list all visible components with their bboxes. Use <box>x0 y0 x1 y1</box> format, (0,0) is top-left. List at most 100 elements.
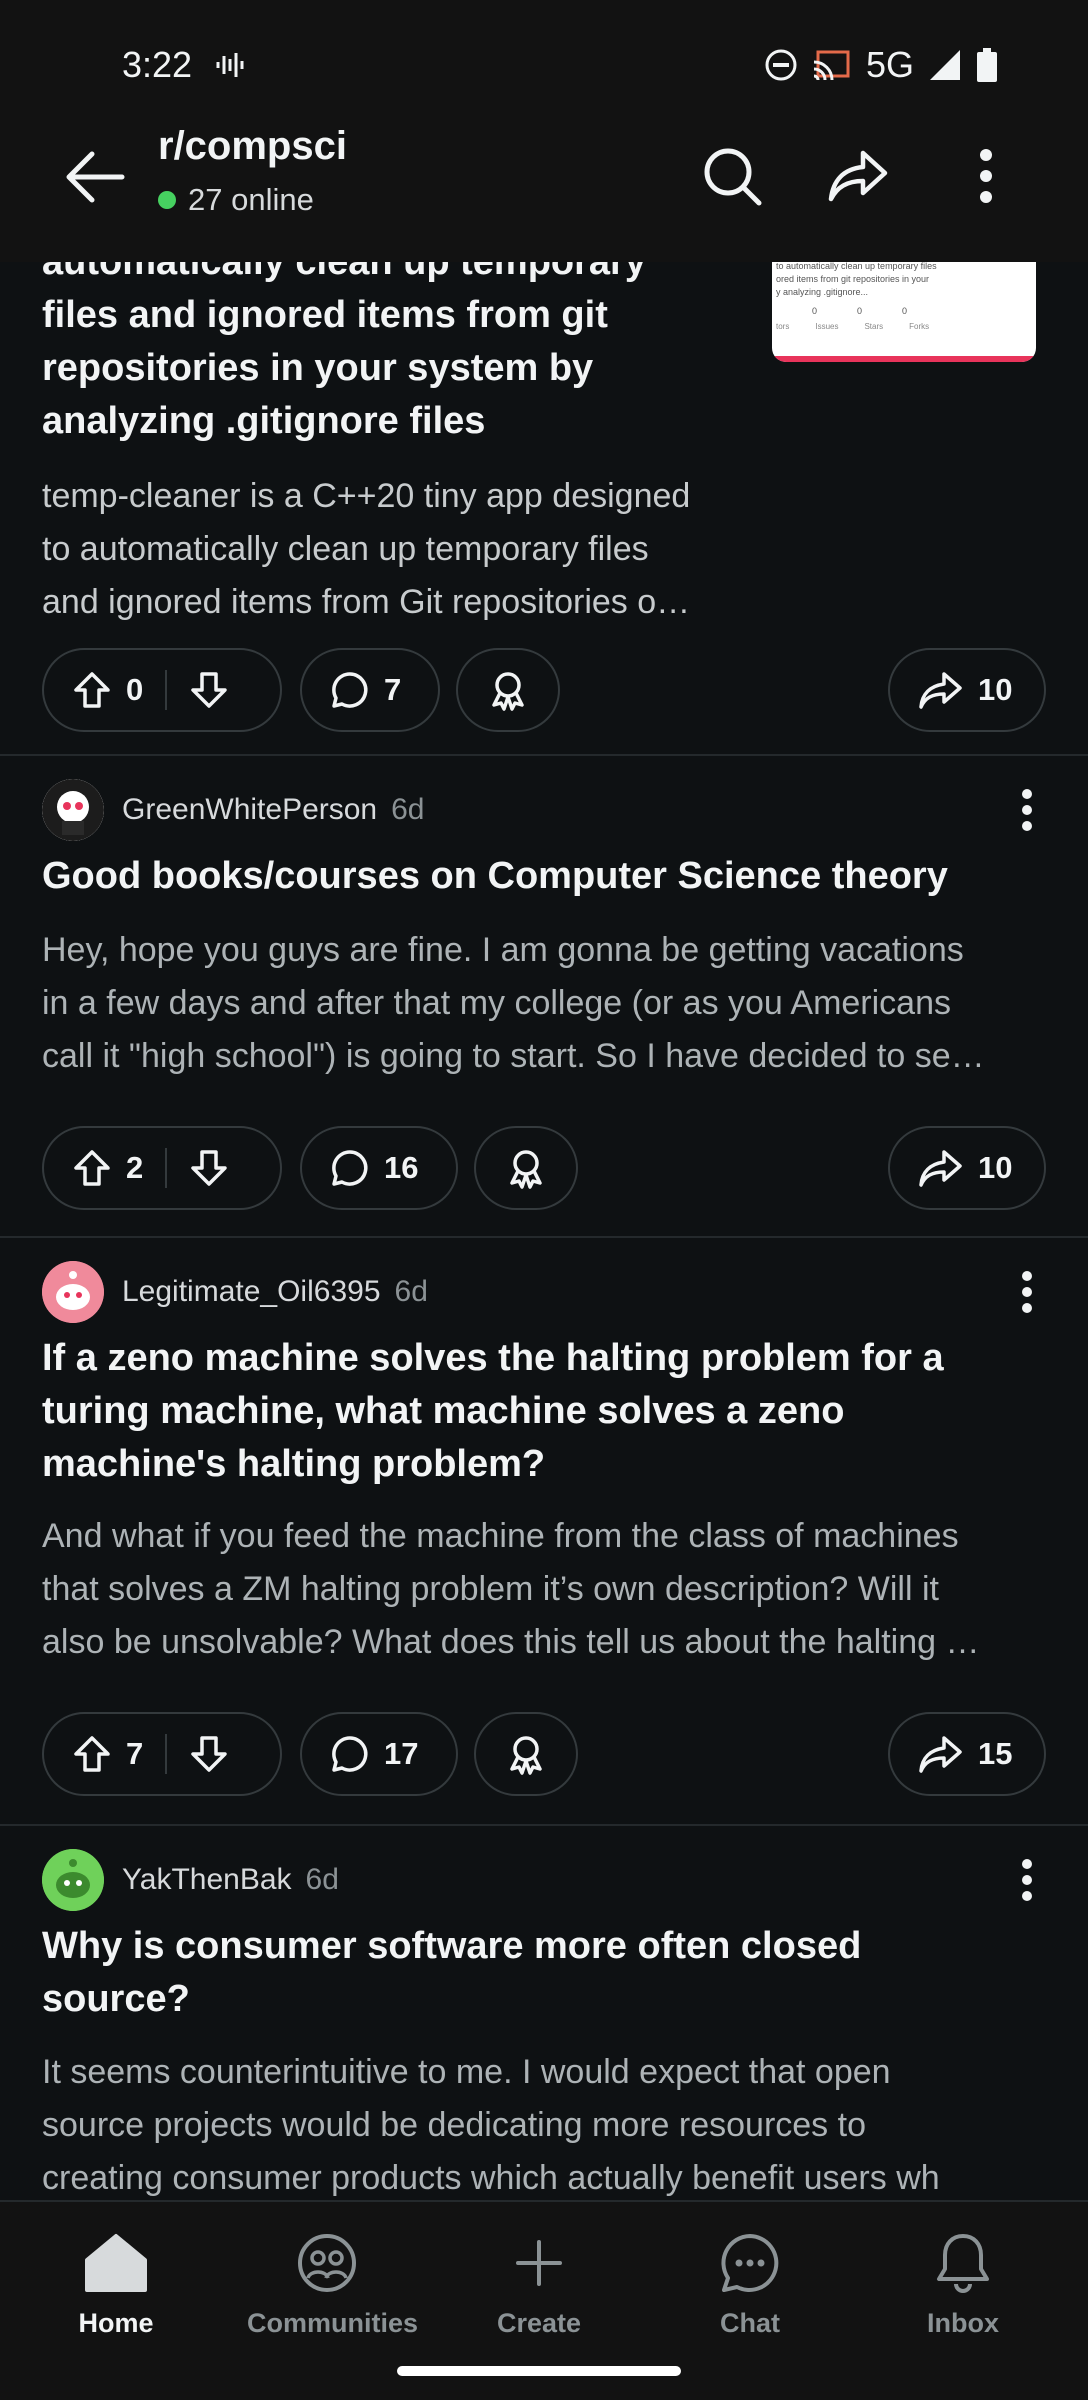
post-card[interactable]: Legitimate_Oil6395 6d If a zeno machine … <box>0 1238 1088 1826</box>
chat-icon <box>721 2234 779 2292</box>
share-button[interactable]: 10 <box>888 1126 1046 1210</box>
post-card[interactable]: YakThenBak 6d Why is consumer software m… <box>0 1826 1088 2200</box>
nav-chat[interactable]: Chat <box>670 2228 830 2339</box>
upvote-icon[interactable] <box>72 1734 112 1774</box>
award-button[interactable] <box>474 1126 578 1210</box>
avatar[interactable] <box>42 1849 104 1911</box>
comment-count: 17 <box>384 1736 419 1771</box>
post-title[interactable]: Good books/courses on Computer Science t… <box>42 850 1042 903</box>
upvote-icon[interactable] <box>72 1148 112 1188</box>
post-author[interactable]: YakThenBak <box>122 1863 292 1897</box>
comment-count: 16 <box>384 1150 419 1185</box>
post-card[interactable]: automatically clean up temporary files a… <box>0 262 1088 756</box>
share-arrow-icon <box>919 1736 962 1773</box>
subreddit-name[interactable]: r/compsci <box>158 124 347 169</box>
back-arrow-icon[interactable] <box>60 142 130 212</box>
post-options-button[interactable] <box>1002 1260 1052 1324</box>
nav-create[interactable]: Create <box>459 2228 619 2339</box>
bell-icon <box>937 2234 989 2293</box>
upvote-icon[interactable] <box>72 670 112 710</box>
status-time: 3:22 <box>122 44 193 85</box>
home-indicator[interactable] <box>397 2366 681 2376</box>
post-thumbnail[interactable]: to automatically clean up temporary file… <box>772 262 1036 362</box>
nav-inbox[interactable]: Inbox <box>883 2228 1043 2339</box>
search-icon <box>704 148 762 206</box>
status-bar: 3:22 5G <box>0 0 1088 130</box>
vote-divider <box>165 1734 168 1774</box>
comment-icon <box>332 1736 368 1772</box>
share-count: 10 <box>978 1150 1013 1185</box>
post-title[interactable]: If a zeno machine solves the halting pro… <box>42 1332 1042 1491</box>
post-body[interactable]: temp-cleaner is a C++20 tiny app designe… <box>42 470 742 629</box>
post-title[interactable]: Why is consumer software more often clos… <box>42 1920 1042 2026</box>
nav-home[interactable]: Home <box>36 2228 196 2339</box>
kebab-menu-icon <box>980 149 992 203</box>
share-arrow-icon <box>919 672 962 709</box>
share-button[interactable]: 15 <box>888 1712 1046 1796</box>
comments-button[interactable]: 7 <box>300 648 440 732</box>
thumb-text: ored items from git repositories in your <box>776 274 930 284</box>
downvote-icon[interactable] <box>189 1734 229 1774</box>
comments-button[interactable]: 16 <box>300 1126 458 1210</box>
nav-communities[interactable]: Communities <box>247 2228 419 2339</box>
status-icons: 5G <box>764 44 998 86</box>
post-body[interactable]: And what if you feed the machine from th… <box>42 1510 1046 1669</box>
share-arrow-icon <box>828 150 888 202</box>
thumb-label: Forks <box>909 322 930 331</box>
online-count: 27 online <box>158 182 314 218</box>
post-author[interactable]: Legitimate_Oil6395 <box>122 1275 381 1309</box>
avatar[interactable] <box>42 779 104 841</box>
post-options-button[interactable] <box>1002 1848 1052 1912</box>
share-arrow-icon <box>919 1150 962 1187</box>
do-not-disturb-icon <box>765 49 797 81</box>
post-actions: 0 7 10 <box>42 648 1046 732</box>
nav-inbox-label: Inbox <box>927 2308 999 2338</box>
post-title[interactable]: automatically clean up temporary files a… <box>42 262 762 448</box>
post-actions: 2 16 10 <box>42 1126 1046 1210</box>
comment-icon <box>332 1150 368 1186</box>
avatar-icon <box>42 779 104 841</box>
avatar[interactable] <box>42 1261 104 1323</box>
communities-icon <box>298 2234 356 2292</box>
kebab-menu-icon <box>1022 1859 1032 1901</box>
post-options-button[interactable] <box>1002 778 1052 842</box>
thumb-label: Issues <box>815 322 839 331</box>
kebab-menu-icon <box>1022 789 1032 831</box>
post-body[interactable]: Hey, hope you guys are fine. I am gonna … <box>42 924 1046 1083</box>
vote-control: 0 <box>42 648 282 732</box>
post-feed[interactable]: automatically clean up temporary files a… <box>0 262 1088 2200</box>
post-body[interactable]: It seems counterintuitive to me. I would… <box>42 2046 1046 2200</box>
share-button[interactable]: 10 <box>888 648 1046 732</box>
share-subreddit-button[interactable] <box>818 136 898 216</box>
comment-count: 7 <box>384 672 402 707</box>
snoo-avatar-icon <box>42 1261 104 1323</box>
award-button[interactable] <box>474 1712 578 1796</box>
thumb-stat: 0 <box>902 306 908 316</box>
nav-create-label: Create <box>496 2308 582 2338</box>
network-label: 5G <box>865 44 914 85</box>
award-button[interactable] <box>456 648 560 732</box>
post-meta: GreenWhitePerson 6d <box>42 778 425 842</box>
nav-chat-label: Chat <box>720 2308 780 2338</box>
nav-communities-label: Communities <box>247 2308 419 2338</box>
more-options-button[interactable] <box>946 136 1026 216</box>
post-card[interactable]: GreenWhitePerson 6d Good books/courses o… <box>0 756 1088 1238</box>
post-author[interactable]: GreenWhitePerson <box>122 793 377 827</box>
search-button[interactable] <box>692 136 772 216</box>
cast-icon <box>813 50 850 81</box>
post-age: 6d <box>305 1863 339 1896</box>
award-icon <box>492 672 524 711</box>
thumb-label: tors <box>776 322 790 331</box>
downvote-icon[interactable] <box>189 670 229 710</box>
award-icon <box>510 1736 542 1775</box>
downvote-icon[interactable] <box>189 1148 229 1188</box>
comment-icon <box>332 672 368 708</box>
vote-divider <box>165 1148 168 1188</box>
vote-count: 2 <box>126 1150 144 1185</box>
post-actions: 7 17 15 <box>42 1712 1046 1796</box>
comments-button[interactable]: 17 <box>300 1712 458 1796</box>
vote-divider <box>165 670 168 710</box>
thumb-text: y analyzing .gitignore... <box>776 287 869 297</box>
audio-wave-icon <box>216 53 244 77</box>
vote-control: 7 <box>42 1712 282 1796</box>
